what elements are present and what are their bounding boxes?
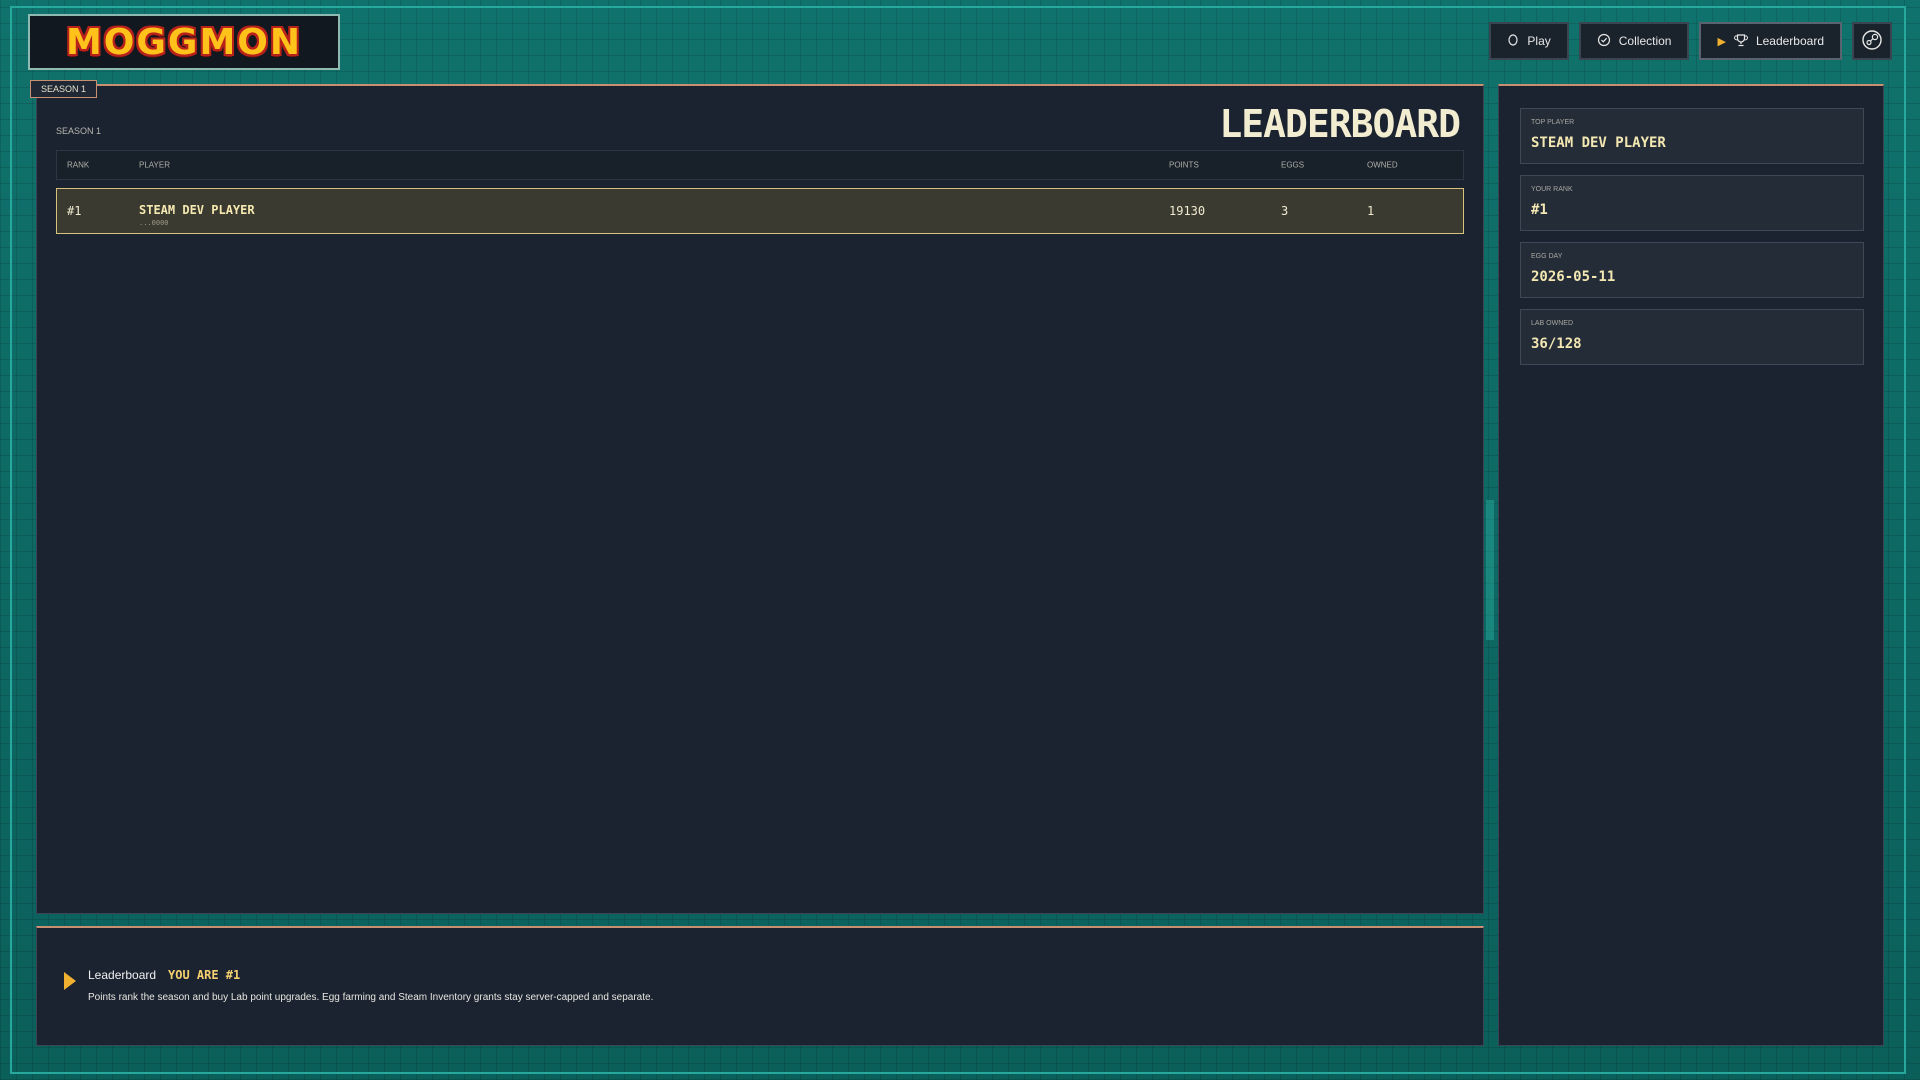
player-name: STEAM DEV PLAYER [139,203,255,217]
season-label: SEASON 1 [56,126,102,136]
points-column-header: POINTS [1169,160,1199,170]
player-column-header: PLAYER [139,160,170,170]
table-header: RANK PLAYER POINTS EGGS OWNED [56,150,1464,180]
collection-label: Collection [1618,34,1672,48]
stat-label: EGG DAY [1531,253,1563,260]
points-cell: 19130 [1169,204,1206,218]
your-rank-card: YOUR RANK #1 [1520,175,1864,231]
lab-owned-card: LAB OWNED 36/128 [1520,309,1864,365]
owned-cell: 1 [1367,204,1375,218]
stat-label: LAB OWNED [1531,320,1574,327]
play-button[interactable]: Play [1489,22,1569,60]
collection-button[interactable]: Collection [1578,22,1690,60]
player-id: ...0000 [139,219,169,227]
stat-label: TOP PLAYER [1531,119,1575,126]
rank-cell: #1 [67,204,82,218]
circle-icon [1507,33,1519,49]
stat-label: YOUR RANK [1531,186,1573,193]
page-title: LEADERBOARD [1219,102,1461,146]
info-description: Points rank the season and buy Lab point… [88,992,654,1003]
owned-column-header: OWNED [1367,160,1398,170]
check-circle-icon [1597,33,1611,50]
table-row[interactable]: #1 STEAM DEV PLAYER ...0000 19130 3 1 [56,188,1464,234]
info-rank: YOU ARE #1 [168,968,241,982]
play-label: Play [1527,34,1551,48]
egg-day-card: EGG DAY 2026-05-11 [1520,242,1864,298]
top-player-card: TOP PLAYER STEAM DEV PLAYER [1520,108,1864,164]
logo: MOGGMON [28,14,340,70]
info-panel [36,926,1484,1046]
logo-text: MOGGMON [65,21,303,63]
info-title: Leaderboard [88,968,157,982]
stat-value: 2026-05-11 [1531,269,1616,285]
scrollbar[interactable] [1486,500,1494,640]
eggs-column-header: EGGS [1281,160,1305,170]
stat-value: 36/128 [1531,336,1582,352]
active-indicator-icon: ▶ [1717,35,1726,48]
steam-button[interactable] [1852,22,1892,60]
season-tab[interactable]: SEASON 1 [30,80,98,98]
leaderboard-button[interactable]: ▶ Leaderboard [1699,22,1842,60]
eggs-cell: 3 [1281,204,1289,218]
trophy-icon [1734,33,1748,50]
stat-value: #1 [1531,202,1548,218]
leaderboard-label: Leaderboard [1755,34,1824,48]
steam-icon [1861,29,1883,54]
top-nav: Play Collection ▶ Leaderboard [1489,22,1892,60]
rank-column-header: RANK [67,160,90,170]
stat-value: STEAM DEV PLAYER [1531,135,1666,151]
play-arrow-icon [64,972,76,990]
